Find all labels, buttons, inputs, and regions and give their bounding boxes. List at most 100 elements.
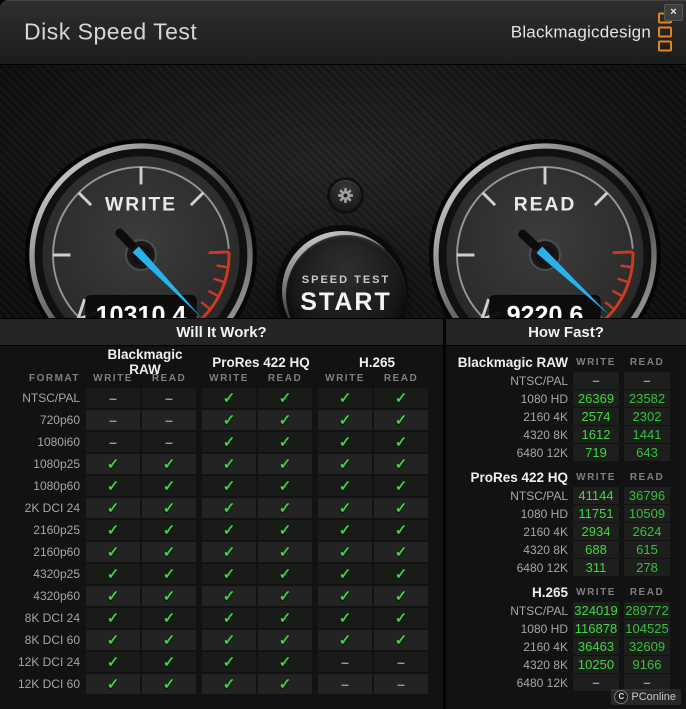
- format-label: 1080p25: [33, 457, 80, 471]
- table-row: 2160 4K 2574 2302: [452, 408, 686, 425]
- check-icon: ✓: [86, 454, 140, 474]
- start-button-title: START: [300, 287, 392, 316]
- format-label: 4320 8K: [523, 427, 568, 442]
- check-icon: ✓: [86, 498, 140, 518]
- read-fps-value: 32609: [624, 638, 670, 655]
- check-icon: ✓: [202, 454, 256, 474]
- format-label: 2160 4K: [523, 524, 568, 539]
- how-fast-title: How Fast?: [446, 318, 686, 346]
- check-icon: ✓: [86, 586, 140, 606]
- write-fps-value: 2574: [573, 408, 619, 425]
- close-button[interactable]: ×: [664, 4, 683, 21]
- dash-icon: –: [318, 652, 372, 672]
- codec-section-header: ProRes 422 HQ WRITE READ: [452, 469, 686, 485]
- read-column-header: READ: [267, 372, 303, 384]
- table-row: 1080 HD 26369 23582: [452, 390, 686, 407]
- check-icon: ✓: [258, 608, 312, 628]
- check-icon: ✓: [86, 630, 140, 650]
- write-fps-value: 36463: [573, 638, 619, 655]
- codec-header-prores: ProRes 422 HQ: [212, 354, 310, 370]
- watermark-text: PConline: [631, 691, 676, 703]
- check-icon: ✓: [258, 564, 312, 584]
- format-label: NTSC/PAL: [510, 488, 568, 503]
- table-row: 4320 8K 10250 9166: [452, 656, 686, 673]
- format-label: 6480 12K: [516, 445, 568, 460]
- check-icon: ✓: [374, 432, 428, 452]
- check-icon: ✓: [202, 498, 256, 518]
- brand: Blackmagicdesign: [511, 12, 672, 52]
- format-label: 6480 12K: [516, 675, 568, 690]
- format-label: 4320p60: [33, 589, 80, 603]
- will-it-work-title: Will It Work?: [0, 318, 443, 346]
- settings-button[interactable]: [329, 179, 362, 212]
- codec-name: H.265: [531, 584, 568, 600]
- check-icon: ✓: [142, 564, 196, 584]
- read-fps-value: 643: [624, 444, 670, 461]
- table-row: 12K DCI 60 ✓ ✓ ✓ ✓ – –: [0, 674, 443, 694]
- table-row: 2160p60 ✓ ✓ ✓ ✓ ✓ ✓: [0, 542, 443, 562]
- column-header-row: FORMAT WRITE READ WRITE READ WRITE READ: [0, 371, 443, 385]
- write-fps-value: 1612: [573, 426, 619, 443]
- dash-icon: –: [142, 388, 196, 408]
- format-label: 12K DCI 60: [17, 677, 80, 691]
- write-fps-value: 116878: [573, 620, 619, 637]
- write-fps-value: 11751: [573, 505, 619, 522]
- write-column-header: WRITE: [576, 586, 616, 598]
- check-icon: ✓: [142, 454, 196, 474]
- check-icon: ✓: [142, 630, 196, 650]
- format-label: 8K DCI 60: [24, 633, 80, 647]
- check-icon: ✓: [142, 542, 196, 562]
- how-fast-panel: How Fast? Blackmagic RAW WRITE READ NTSC/PA…: [443, 318, 686, 709]
- table-row: 2160 4K 36463 32609: [452, 638, 686, 655]
- table-row: 1080 HD 116878 104525: [452, 620, 686, 637]
- gauge-panel: WRITE10310.4MB/s READ9220.6MB/s SPEED TE…: [0, 65, 686, 371]
- check-icon: ✓: [142, 498, 196, 518]
- watermark: C PConline: [611, 689, 681, 705]
- codec-section-header: Blackmagic RAW WRITE READ: [452, 354, 686, 370]
- codec-section: H.265 WRITE READ NTSC/PAL 324019 289772 1080 H…: [452, 584, 686, 691]
- results-area: Will It Work? Blackmagic RAW ProRes 422 …: [0, 318, 686, 709]
- table-row: 6480 12K 311 278: [452, 559, 686, 576]
- read-fps-value: 2302: [624, 408, 670, 425]
- check-icon: ✓: [258, 674, 312, 694]
- format-label: 4320 8K: [523, 542, 568, 557]
- check-icon: ✓: [86, 520, 140, 540]
- read-fps-value: –: [624, 372, 670, 389]
- check-icon: ✓: [374, 564, 428, 584]
- check-icon: ✓: [258, 498, 312, 518]
- check-icon: ✓: [318, 586, 372, 606]
- format-label: 720p60: [39, 413, 80, 427]
- check-icon: ✓: [258, 454, 312, 474]
- check-icon: ✓: [318, 476, 372, 496]
- check-icon: ✓: [258, 586, 312, 606]
- format-label: 4320p25: [33, 567, 80, 581]
- write-fps-value: 311: [573, 559, 619, 576]
- check-icon: ✓: [258, 630, 312, 650]
- dash-icon: –: [142, 432, 196, 452]
- check-icon: ✓: [374, 630, 428, 650]
- check-icon: ✓: [202, 586, 256, 606]
- codec-name: ProRes 422 HQ: [470, 469, 568, 485]
- write-fps-value: 2934: [573, 523, 619, 540]
- table-row: 1080 HD 11751 10509: [452, 505, 686, 522]
- check-icon: ✓: [202, 388, 256, 408]
- format-label: 2160 4K: [523, 639, 568, 654]
- write-fps-value: 688: [573, 541, 619, 558]
- check-icon: ✓: [202, 520, 256, 540]
- check-icon: ✓: [318, 498, 372, 518]
- table-row: NTSC/PAL – –: [452, 372, 686, 389]
- check-icon: ✓: [202, 432, 256, 452]
- write-column-header: WRITE: [209, 372, 249, 384]
- dash-icon: –: [318, 674, 372, 694]
- check-icon: ✓: [374, 476, 428, 496]
- read-fps-value: 278: [624, 559, 670, 576]
- read-fps-value: 104525: [624, 620, 670, 637]
- disk-speed-test-window: Disk Speed Test Blackmagicdesign × WRITE…: [0, 0, 686, 709]
- dash-icon: –: [86, 388, 140, 408]
- check-icon: ✓: [318, 608, 372, 628]
- format-column-header: FORMAT: [28, 372, 80, 384]
- table-row: 2160p25 ✓ ✓ ✓ ✓ ✓ ✓: [0, 520, 443, 540]
- format-label: NTSC/PAL: [510, 373, 568, 388]
- check-icon: ✓: [258, 476, 312, 496]
- table-row: 2160 4K 2934 2624: [452, 523, 686, 540]
